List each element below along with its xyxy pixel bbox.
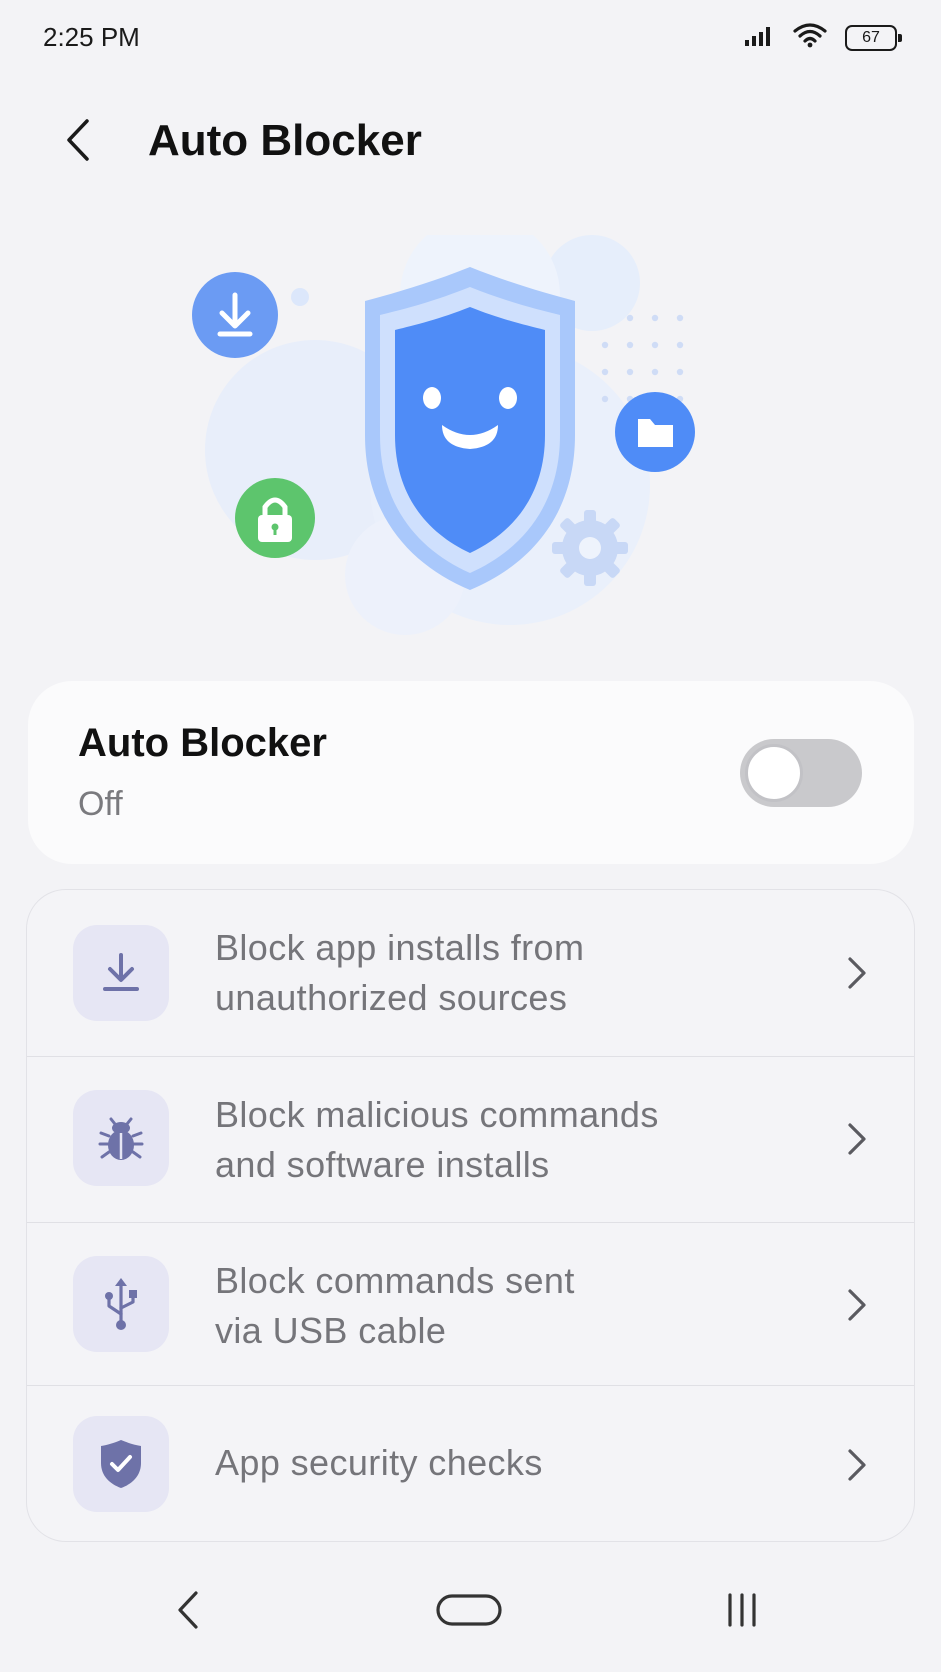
navigation-bar bbox=[0, 1570, 941, 1650]
bug-icon bbox=[98, 1117, 144, 1160]
icon-tile bbox=[73, 1256, 169, 1352]
battery-level: 67 bbox=[862, 28, 880, 46]
nav-recents-button[interactable] bbox=[702, 1580, 782, 1640]
header: Auto Blocker bbox=[0, 100, 941, 180]
chevron-right-icon bbox=[848, 1289, 866, 1321]
toggle-title: Auto Blocker bbox=[78, 721, 327, 765]
nav-back-icon bbox=[178, 1591, 198, 1629]
chevron-right-icon bbox=[848, 1449, 866, 1481]
list-item-label: App security checks bbox=[215, 1442, 543, 1483]
status-icons: 67 bbox=[745, 22, 902, 53]
nav-home-icon bbox=[436, 1594, 502, 1626]
auto-blocker-illustration bbox=[180, 215, 760, 645]
wifi-icon bbox=[793, 22, 827, 53]
list-item-label: Block commands sent via USB cable bbox=[215, 1260, 575, 1351]
nav-back-button[interactable] bbox=[148, 1580, 228, 1640]
back-arrow-icon bbox=[67, 119, 89, 161]
list-item-block-usb-commands[interactable]: Block commands sent via USB cable bbox=[27, 1222, 914, 1385]
dot-grid bbox=[601, 314, 684, 403]
chevron-right-icon bbox=[848, 957, 866, 989]
battery-icon: 67 bbox=[845, 24, 902, 51]
signal-icon bbox=[745, 24, 775, 51]
list-item-block-malicious-commands[interactable]: Block malicious commands and software in… bbox=[27, 1056, 914, 1222]
shield-check-icon bbox=[101, 1440, 141, 1488]
list-item-label: Block app installs from unauthorized sou… bbox=[215, 927, 585, 1018]
icon-tile bbox=[73, 925, 169, 1021]
back-button[interactable] bbox=[50, 112, 106, 168]
nav-home-button[interactable] bbox=[429, 1580, 509, 1640]
switch-knob bbox=[745, 744, 803, 802]
list-item-label: Block malicious commands and software in… bbox=[215, 1094, 659, 1185]
auto-blocker-toggle-card[interactable]: Auto Blocker Off bbox=[28, 681, 914, 864]
page-title: Auto Blocker bbox=[148, 116, 422, 165]
status-bar: 2:25 PM 67 bbox=[0, 0, 941, 80]
list-item-block-unauthorized-installs[interactable]: Block app installs from unauthorized sou… bbox=[27, 890, 914, 1056]
download-icon bbox=[103, 953, 139, 991]
usb-icon bbox=[105, 1278, 137, 1330]
auto-blocker-switch[interactable] bbox=[740, 739, 862, 807]
gear-icon bbox=[552, 510, 628, 586]
chevron-right-icon bbox=[848, 1123, 866, 1155]
protection-options-list: Block app installs from unauthorized sou… bbox=[26, 889, 915, 1542]
status-time: 2:25 PM bbox=[43, 22, 140, 52]
list-item-app-security-checks[interactable]: App security checks bbox=[27, 1385, 914, 1541]
lock-icon bbox=[235, 478, 315, 558]
icon-tile bbox=[73, 1090, 169, 1186]
icon-tile bbox=[73, 1416, 169, 1512]
folder-icon bbox=[615, 392, 695, 472]
screen: 2:25 PM 67 Auto Blocker Auto Blocker Off… bbox=[0, 0, 941, 1672]
toggle-state-label: Off bbox=[78, 785, 123, 823]
nav-recents-icon bbox=[728, 1593, 756, 1627]
download-icon bbox=[192, 272, 278, 358]
